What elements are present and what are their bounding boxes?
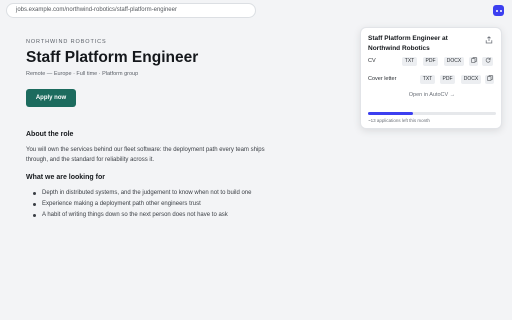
cv-pdf-button[interactable]: PDF [423,57,438,66]
about-heading: About the role [26,131,74,138]
open-in-autocv-link[interactable]: Open in AutoCV → [361,92,503,98]
cv-docx-button[interactable]: DOCX [444,57,464,66]
cover-letter-label: Cover letter [368,76,397,82]
quota-progress-fill [368,112,413,115]
copy-icon[interactable] [485,75,494,84]
copy-icon-glyph [486,75,493,81]
job-meta: Remote — Europe · Full time · Platform g… [26,71,139,77]
cover-docx-button[interactable]: DOCX [461,75,481,84]
quota-text: ~13 applications left this month [368,118,430,123]
address-bar[interactable]: jobs.example.com/northwind-robotics/staf… [6,3,256,18]
extension-eye-dot [499,9,502,12]
company-name: NORTHWIND ROBOTICS [26,39,107,45]
extension-eye-dot [495,9,498,12]
popup-title: Staff Platform Engineer at Northwind Rob… [368,35,448,52]
cover-pdf-button[interactable]: PDF [440,75,455,84]
requirements-list: Depth in distributed systems, and the ju… [32,188,251,221]
requirement-item: Experience making a deployment path othe… [32,199,251,210]
refresh-icon[interactable] [482,57,493,66]
cv-label: CV [368,58,376,64]
cover-txt-button[interactable]: TXT [420,75,435,84]
share-icon[interactable] [484,35,494,45]
autocv-extension-icon[interactable] [493,5,504,16]
quota-progress-bar [368,112,496,115]
copy-icon-glyph [470,57,477,63]
browser-toolbar: jobs.example.com/northwind-robotics/staf… [0,0,512,22]
requirements-heading: What we are looking for [26,174,105,181]
cv-txt-button[interactable]: TXT [402,57,417,66]
autocv-popup: Staff Platform Engineer at Northwind Rob… [360,27,502,129]
refresh-icon-glyph [485,57,490,63]
requirement-item: A habit of writing things down so the ne… [32,210,251,221]
copy-icon[interactable] [469,57,478,66]
job-title: Staff Platform Engineer [26,49,199,66]
share-icon-glyph [485,36,493,44]
apply-now-button[interactable]: Apply now [26,89,76,107]
about-text: You will own the services behind our fle… [26,147,265,163]
requirement-item: Depth in distributed systems, and the ju… [32,188,251,199]
